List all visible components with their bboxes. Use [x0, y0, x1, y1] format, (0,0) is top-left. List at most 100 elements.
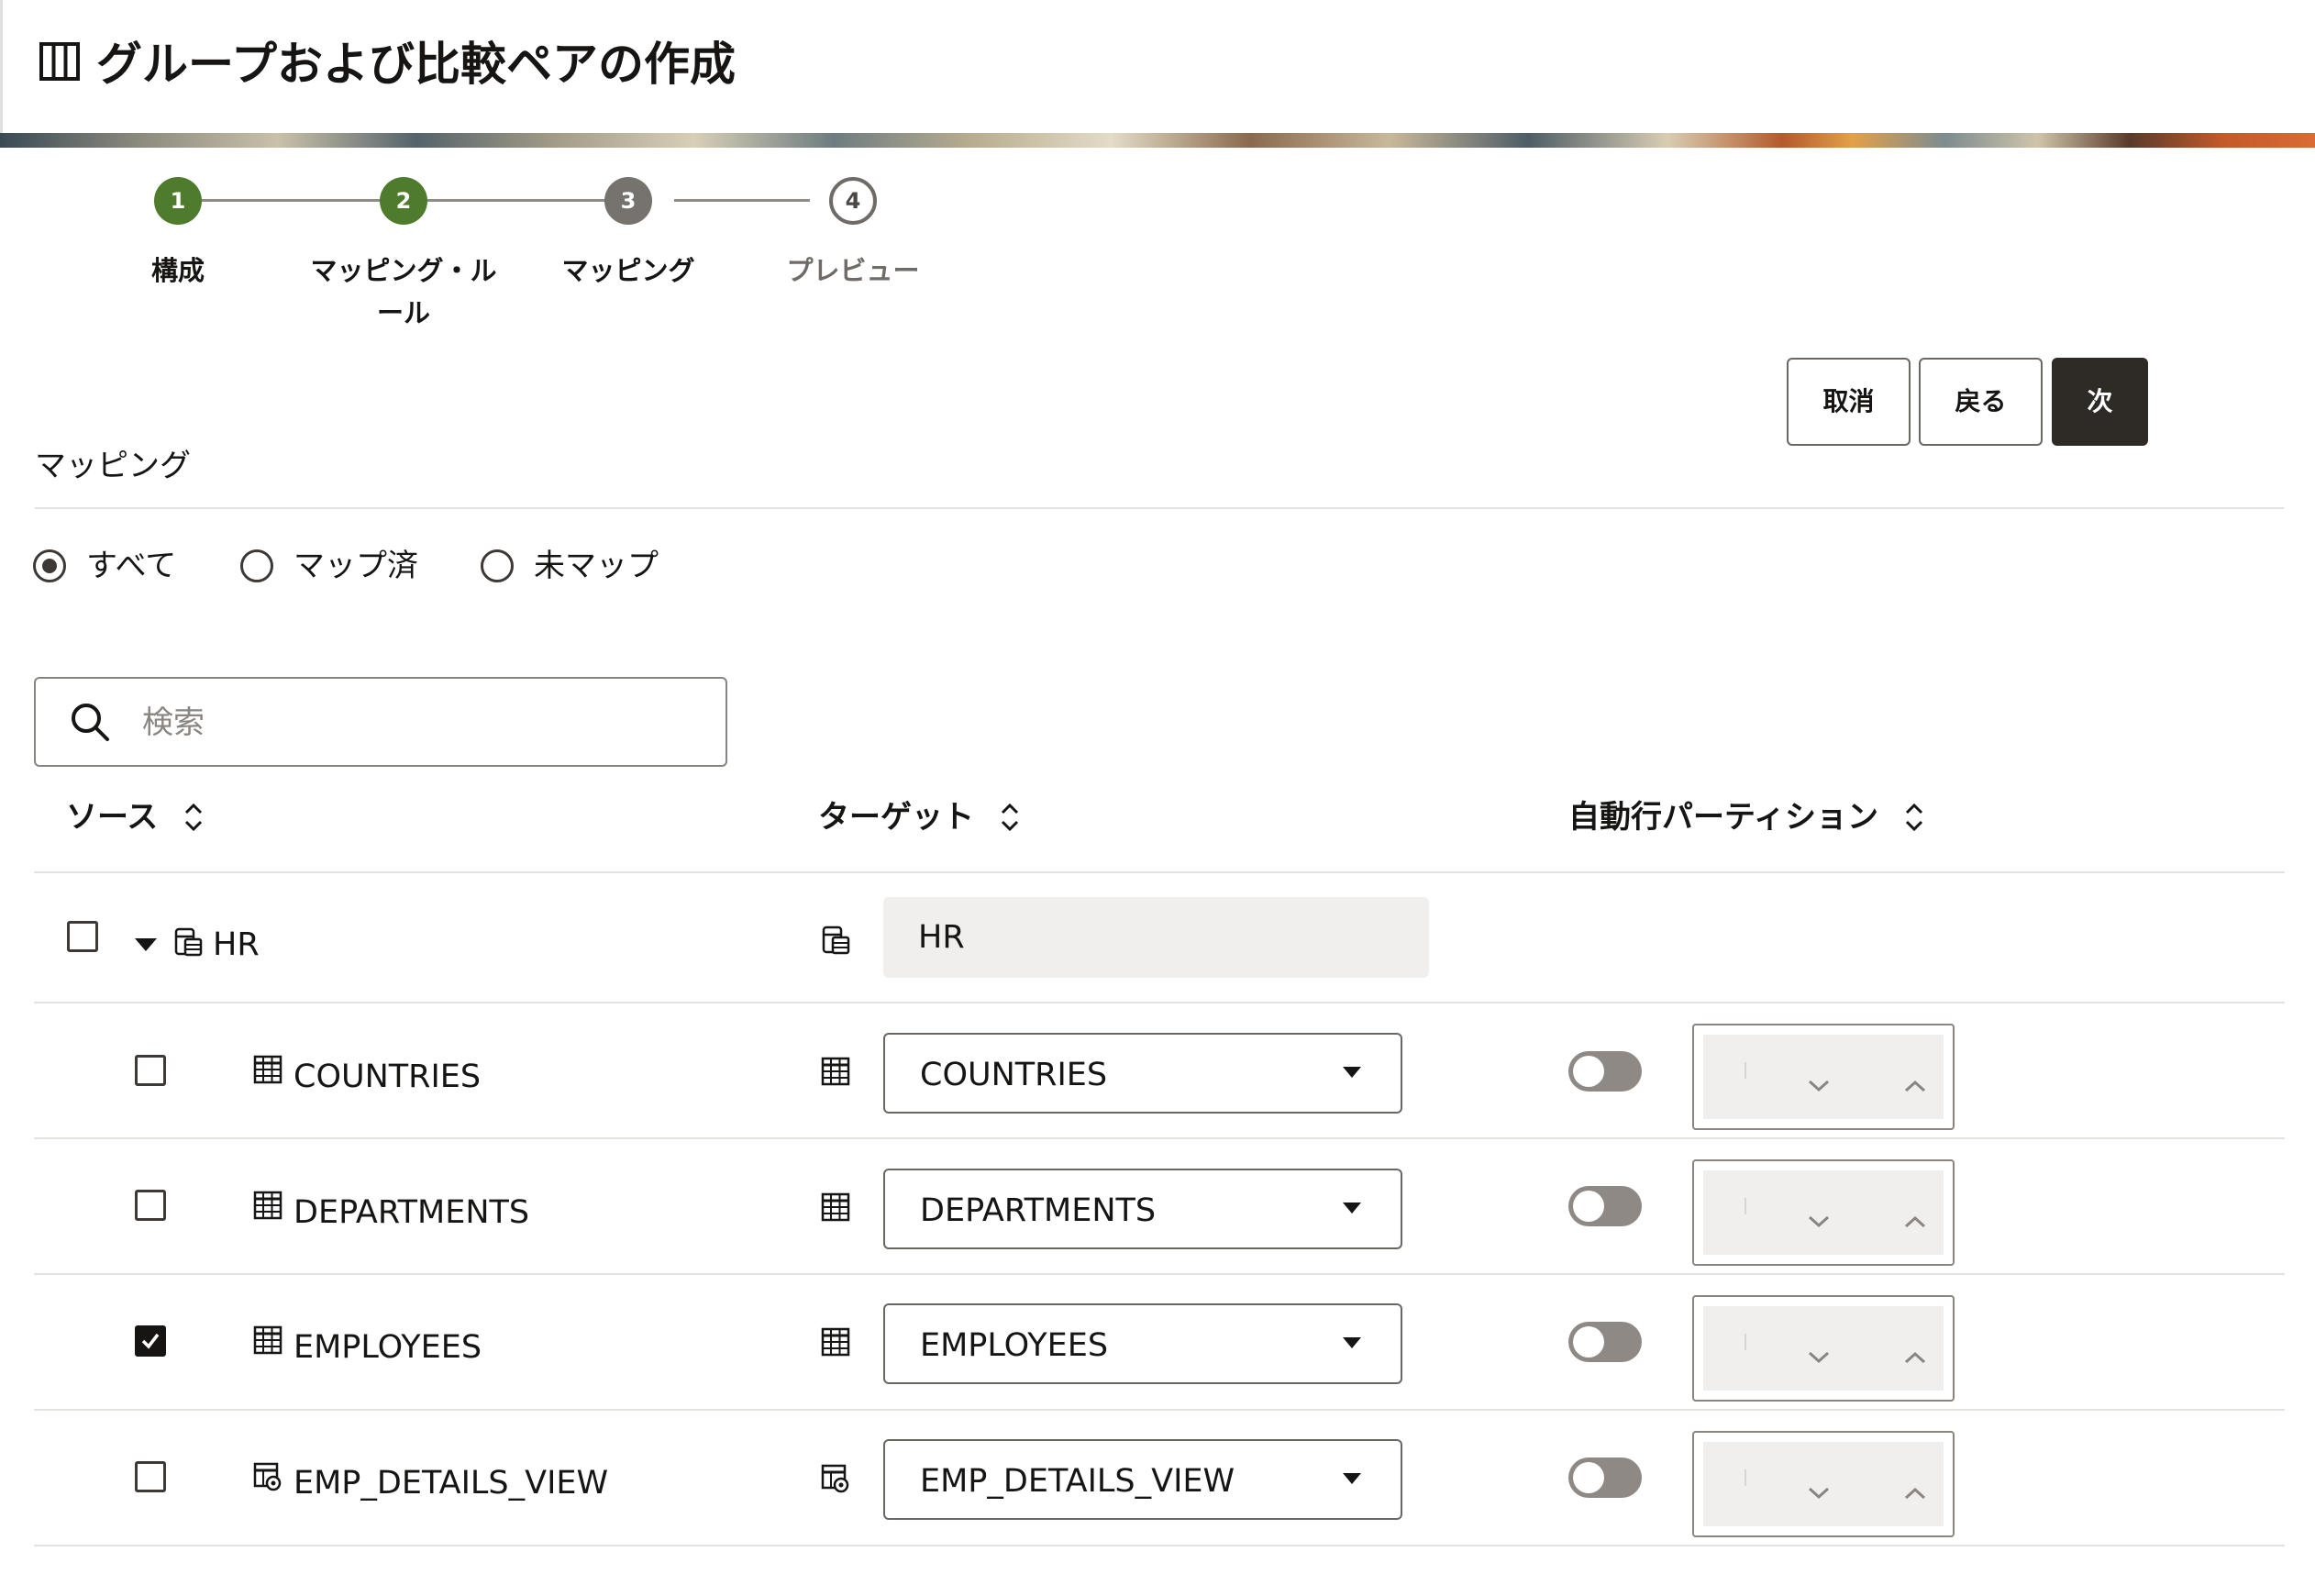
text-cursor [1745, 1334, 1746, 1350]
filter-radio-all[interactable]: すべて [33, 543, 176, 589]
dropdown-caret-icon[interactable] [1342, 1472, 1362, 1485]
auto-partition-toggle[interactable] [1568, 1322, 1642, 1362]
partition-number-input[interactable] [1692, 1159, 1955, 1266]
column-header-label: ソース [66, 799, 159, 836]
radio-label: すべて [86, 548, 177, 584]
next-button[interactable]: 次 [2052, 358, 2148, 446]
sort-icon[interactable] [1902, 802, 1926, 833]
partition-number-field[interactable] [1703, 1306, 1944, 1391]
radio-indicator[interactable] [481, 549, 514, 582]
dropdown-caret-icon[interactable] [1342, 1336, 1362, 1349]
target-select[interactable]: COUNTRIES [883, 1033, 1402, 1114]
decorative-banner [0, 133, 2315, 148]
target-select-value: EMPLOYEES [920, 1327, 1109, 1364]
search-icon [72, 704, 109, 741]
row-divider [34, 1545, 2285, 1546]
row-divider [34, 1137, 2285, 1139]
page-header: グループおよび比較ペアの作成 [0, 0, 2315, 133]
auto-partition-toggle[interactable] [1568, 1186, 1642, 1226]
target-select-value: DEPARTMENTS [920, 1192, 1157, 1229]
target-schema-field: HR [883, 897, 1429, 978]
target-select[interactable]: EMPLOYEES [883, 1303, 1402, 1384]
dropdown-caret-icon[interactable] [1342, 1202, 1362, 1214]
step-2-label-line2: ール [376, 297, 430, 328]
column-header-source[interactable]: ソース [66, 793, 205, 841]
view-icon [821, 1464, 849, 1493]
target-select[interactable]: DEPARTMENTS [883, 1169, 1402, 1249]
text-cursor [1745, 1469, 1746, 1486]
radio-indicator[interactable] [33, 549, 66, 582]
chevron-down-icon[interactable] [1807, 1079, 1831, 1093]
partition-number-field[interactable] [1703, 1170, 1944, 1255]
table-icon [821, 1057, 850, 1086]
chevron-down-icon[interactable] [1807, 1486, 1831, 1501]
partition-number-input[interactable] [1692, 1431, 1955, 1537]
sort-icon[interactable] [998, 802, 1022, 833]
source-object-name: DEPARTMENTS [294, 1194, 530, 1231]
search-box[interactable] [34, 677, 727, 767]
auto-partition-toggle[interactable] [1568, 1457, 1642, 1498]
table-icon [253, 1191, 282, 1220]
chevron-down-icon[interactable] [1807, 1214, 1831, 1229]
column-header-label: ターゲット [818, 799, 974, 836]
cancel-button[interactable]: 取消 [1787, 358, 1911, 446]
step-4-indicator[interactable]: 4 [829, 177, 877, 225]
column-header-target[interactable]: ターゲット [818, 793, 1022, 841]
source-object-name: EMPLOYEES [294, 1329, 482, 1366]
search-input[interactable] [142, 692, 692, 754]
step-1-indicator[interactable]: 1 [154, 177, 202, 225]
row-checkbox[interactable] [135, 1461, 166, 1492]
database-icon [822, 925, 850, 955]
expand-caret-icon[interactable] [134, 937, 158, 952]
table-icon [253, 1325, 282, 1355]
row-divider [34, 1273, 2285, 1275]
partition-number-input[interactable] [1692, 1295, 1955, 1402]
text-cursor [1745, 1062, 1746, 1079]
step-3-label[interactable]: マッピング [518, 249, 738, 292]
step-2-indicator[interactable]: 2 [380, 177, 427, 225]
source-object-name: COUNTRIES [294, 1058, 482, 1095]
step-1-label[interactable]: 構成 [68, 249, 288, 292]
checkmark-icon [141, 1333, 160, 1349]
partition-number-field[interactable] [1703, 1035, 1944, 1119]
radio-label: 未マップ [534, 548, 659, 584]
row-divider [34, 871, 2285, 873]
section-title: マッピング [35, 448, 191, 484]
column-header-label: 自動行パーティション [1568, 799, 1878, 836]
chevron-up-icon[interactable] [1903, 1214, 1927, 1229]
step-3-indicator[interactable]: 3 [604, 177, 652, 225]
step-4-label[interactable]: プレビュー [743, 249, 963, 292]
partition-number-field[interactable] [1703, 1442, 1944, 1526]
database-icon [174, 927, 203, 957]
column-header-auto-partition[interactable]: 自動行パーティション [1568, 793, 1926, 841]
page: グループおよび比較ペアの作成 1 2 3 4 構成 マッピング・ル ール マッピ… [0, 0, 2315, 1596]
target-select[interactable]: EMP_DETAILS_VIEW [883, 1439, 1402, 1520]
partition-number-input[interactable] [1692, 1024, 1955, 1130]
page-title: グループおよび比較ペアの作成 [96, 38, 736, 91]
step-2-label[interactable]: マッピング・ル ール [294, 249, 514, 334]
dropdown-caret-icon[interactable] [1342, 1066, 1362, 1079]
auto-partition-toggle[interactable] [1568, 1051, 1642, 1092]
chevron-down-icon[interactable] [1807, 1350, 1831, 1365]
radio-label: マップ済 [294, 548, 418, 584]
sort-icon[interactable] [182, 802, 205, 833]
row-checkbox[interactable] [135, 1190, 166, 1221]
back-button[interactable]: 戻る [1919, 358, 2043, 446]
section-divider [35, 507, 2284, 509]
table-icon [821, 1192, 850, 1222]
step-connector [202, 199, 382, 202]
chevron-up-icon[interactable] [1903, 1486, 1927, 1501]
step-2-label-line1: マッピング・ル [310, 255, 497, 286]
chevron-up-icon[interactable] [1903, 1079, 1927, 1093]
row-checkbox[interactable] [135, 1055, 166, 1086]
radio-indicator[interactable] [240, 549, 273, 582]
filter-radio-unmapped[interactable]: 未マップ [481, 543, 659, 589]
text-cursor [1745, 1198, 1746, 1214]
row-checkbox[interactable] [135, 1325, 166, 1357]
chevron-up-icon[interactable] [1903, 1350, 1927, 1365]
filter-radio-mapped[interactable]: マップ済 [240, 543, 418, 589]
row-checkbox[interactable] [67, 921, 98, 952]
row-divider [34, 1002, 2285, 1003]
target-select-value: COUNTRIES [920, 1057, 1108, 1093]
table-icon [821, 1327, 850, 1357]
